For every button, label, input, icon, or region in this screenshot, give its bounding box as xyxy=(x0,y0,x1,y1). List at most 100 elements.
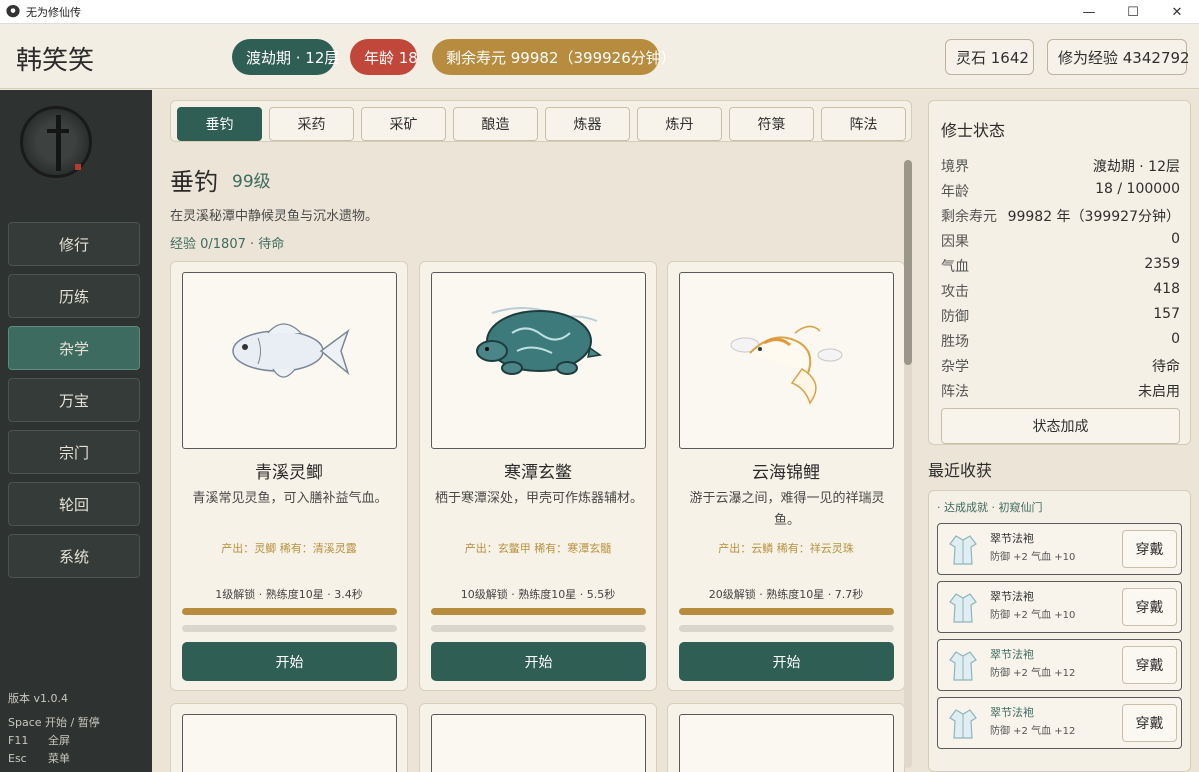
equip-button[interactable]: 穿戴 xyxy=(1122,530,1177,568)
top-header: 韩笑笑 渡劫期 · 12层 年龄 18 剩余寿元 99982（399926分钟）… xyxy=(0,24,1199,89)
skill-title: 垂钓 xyxy=(170,168,218,196)
card-produce: 产出：玄鳖甲 稀有：寒潭玄髓 xyxy=(464,542,612,555)
equip-button[interactable]: 穿戴 xyxy=(1122,704,1177,742)
window-controls: — ☐ ✕ xyxy=(1067,0,1199,24)
status-row: 气血 2359 xyxy=(941,256,1180,275)
equip-button[interactable]: 穿戴 xyxy=(1122,646,1177,684)
card-timer-bar xyxy=(182,625,397,632)
start-button[interactable]: 开始 xyxy=(431,642,646,681)
scrollbar-thumb[interactable] xyxy=(904,160,912,365)
status-row: 因果 0 xyxy=(941,231,1180,250)
status-row: 阵法 未启用 xyxy=(941,384,1180,400)
version-label: 版本 v1.0.4 xyxy=(8,692,68,705)
card-progress-bar xyxy=(679,608,894,615)
loot-name: 翠节法袍 xyxy=(990,532,1034,545)
hotkey-row: Space 开始 / 暂停 xyxy=(8,716,100,729)
status-title: 修士状态 xyxy=(941,121,1006,140)
start-button[interactable]: 开始 xyxy=(679,642,894,681)
fishing-card xyxy=(419,703,657,772)
card-requirement: 1级解锁 · 熟练度10星 · 3.4秒 xyxy=(215,588,363,601)
sidebar-item-rebirth[interactable]: 轮回 xyxy=(8,482,140,526)
fishing-card: 云海锦鲤 游于云瀑之间，难得一见的祥瑞灵鱼。 产出：云鳞 稀有：祥云灵珠 20级… xyxy=(667,261,905,691)
sidebar-item-cultivate[interactable]: 修行 xyxy=(8,222,140,266)
title-bar: 无为修仙传 — ☐ ✕ xyxy=(0,0,1199,24)
player-name: 韩笑笑 xyxy=(16,46,95,76)
skill-description: 在灵溪秘潭中静候灵鱼与沉水遗物。 xyxy=(170,209,379,224)
tab-alchemy[interactable]: 炼丹 xyxy=(637,107,722,141)
card-progress-bar xyxy=(182,608,397,615)
card-description: 游于云瀑之间，难得一见的祥瑞灵鱼。 xyxy=(689,491,885,528)
fishing-card xyxy=(667,703,905,772)
tab-mining[interactable]: 采矿 xyxy=(361,107,446,141)
status-row: 攻击 418 xyxy=(941,281,1180,300)
card-progress-bar xyxy=(431,608,646,615)
content-scrollbar[interactable] xyxy=(904,160,912,768)
skill-exp-status: 经验 0/1807 · 待命 xyxy=(170,237,285,252)
sidebar-item-adventure[interactable]: 历练 xyxy=(8,274,140,318)
list-item: 翠节法袍 防御 +2 气血 +10 穿戴 xyxy=(937,581,1182,633)
loot-stats: 防御 +2 气血 +12 xyxy=(990,668,1076,679)
equip-button[interactable]: 穿戴 xyxy=(1122,588,1177,626)
card-requirement: 20级解锁 · 熟练度10星 · 7.7秒 xyxy=(708,588,864,601)
minimize-icon[interactable]: — xyxy=(1067,0,1111,24)
card-description: 青溪常见灵鱼，可入膳补益气血。 xyxy=(192,491,388,506)
sidebar-item-sect[interactable]: 宗门 xyxy=(8,430,140,474)
robe-icon xyxy=(949,593,977,623)
turtle-icon xyxy=(431,272,646,449)
cultivation-exp-counter: 修为经验 4342792 xyxy=(1047,39,1190,75)
recent-loot-title: 最近收获 xyxy=(928,461,993,480)
status-bonus-button[interactable]: 状态加成 xyxy=(941,408,1180,444)
spirit-stone-counter: 灵石 1642 xyxy=(945,39,1034,75)
lifespan-badge: 剩余寿元 99982（399926分钟） xyxy=(432,39,676,75)
app-logo-icon xyxy=(6,4,20,19)
tab-herbs[interactable]: 采药 xyxy=(269,107,354,141)
tab-fishing[interactable]: 垂钓 xyxy=(177,107,262,141)
card-produce: 产出：云鳞 稀有：祥云灵珠 xyxy=(718,542,854,555)
card-produce: 产出：灵鲫 稀有：清溪灵露 xyxy=(221,542,357,555)
hotkey-row: Esc 菜单 xyxy=(8,752,70,765)
fishing-card xyxy=(170,703,408,772)
list-item: 翠节法袍 防御 +2 气血 +10 穿戴 xyxy=(937,523,1182,575)
card-timer-bar xyxy=(679,625,894,632)
recent-loot-list: · 达成成就 · 初窥仙门 翠节法袍 防御 +2 气血 +10 穿戴 翠节法袍 … xyxy=(928,490,1191,772)
koi-icon xyxy=(679,272,894,449)
right-panel: 修士状态 境界 渡劫期 · 12层 年龄 18 / 100000 剩余寿元 99982… xyxy=(916,90,1199,772)
age-badge: 年龄 18 xyxy=(350,39,418,75)
robe-icon xyxy=(949,535,977,565)
list-item: 翠节法袍 防御 +2 气血 +12 穿戴 xyxy=(937,697,1182,749)
card-name: 云海锦鲤 xyxy=(752,463,820,483)
sidebar-item-treasures[interactable]: 万宝 xyxy=(8,378,140,422)
card-name: 寒潭玄鳖 xyxy=(504,463,572,483)
loot-name: 翠节法袍 xyxy=(990,590,1034,603)
fishing-card: 青溪灵鲫 青溪常见灵鱼，可入膳补益气血。 产出：灵鲫 稀有：清溪灵露 1级解锁 … xyxy=(170,261,408,691)
loot-name: 翠节法袍 xyxy=(990,706,1034,719)
main-panel: 垂钓 采药 采矿 酿造 炼器 炼丹 符箓 阵法 垂钓 99级 在灵溪秘潭中静候灵… xyxy=(152,90,916,772)
sidebar-item-crafts[interactable]: 杂学 xyxy=(8,326,140,370)
loot-stats: 防御 +2 气血 +10 xyxy=(990,610,1076,621)
status-panel: 修士状态 境界 渡劫期 · 12层 年龄 18 / 100000 剩余寿元 99982… xyxy=(928,100,1191,445)
close-icon[interactable]: ✕ xyxy=(1155,0,1199,24)
maximize-icon[interactable]: ☐ xyxy=(1111,0,1155,24)
robe-icon xyxy=(949,709,977,739)
hotkey-row: F11 全屏 xyxy=(8,734,70,747)
tab-formation[interactable]: 阵法 xyxy=(821,107,906,141)
status-row: 剩余寿元 99982 年（399927分钟） xyxy=(941,209,1180,225)
sidebar-item-system[interactable]: 系统 xyxy=(8,534,140,578)
sidebar: 修行 历练 杂学 万宝 宗门 轮回 系统 版本 v1.0.4 Space 开始 … xyxy=(0,90,152,772)
loot-stats: 防御 +2 气血 +10 xyxy=(990,552,1076,563)
card-timer-bar xyxy=(431,625,646,632)
tab-talisman[interactable]: 符箓 xyxy=(729,107,814,141)
robe-icon xyxy=(949,651,977,681)
status-row: 年龄 18 / 100000 xyxy=(941,181,1180,200)
skill-level: 99级 xyxy=(232,172,271,192)
status-row: 胜场 0 xyxy=(941,331,1180,350)
card-requirement: 10级解锁 · 熟练度10星 · 5.5秒 xyxy=(460,588,616,601)
tab-brewing[interactable]: 酿造 xyxy=(453,107,538,141)
loot-stats: 防御 +2 气血 +12 xyxy=(990,726,1076,737)
card-name: 青溪灵鲫 xyxy=(255,463,323,483)
status-row: 防御 157 xyxy=(941,306,1180,325)
start-button[interactable]: 开始 xyxy=(182,642,397,681)
craft-tab-bar: 垂钓 采药 采矿 酿造 炼器 炼丹 符箓 阵法 xyxy=(170,100,912,142)
card-description: 栖于寒潭深处，甲壳可作炼器辅材。 xyxy=(434,491,643,506)
tab-forging[interactable]: 炼器 xyxy=(545,107,630,141)
